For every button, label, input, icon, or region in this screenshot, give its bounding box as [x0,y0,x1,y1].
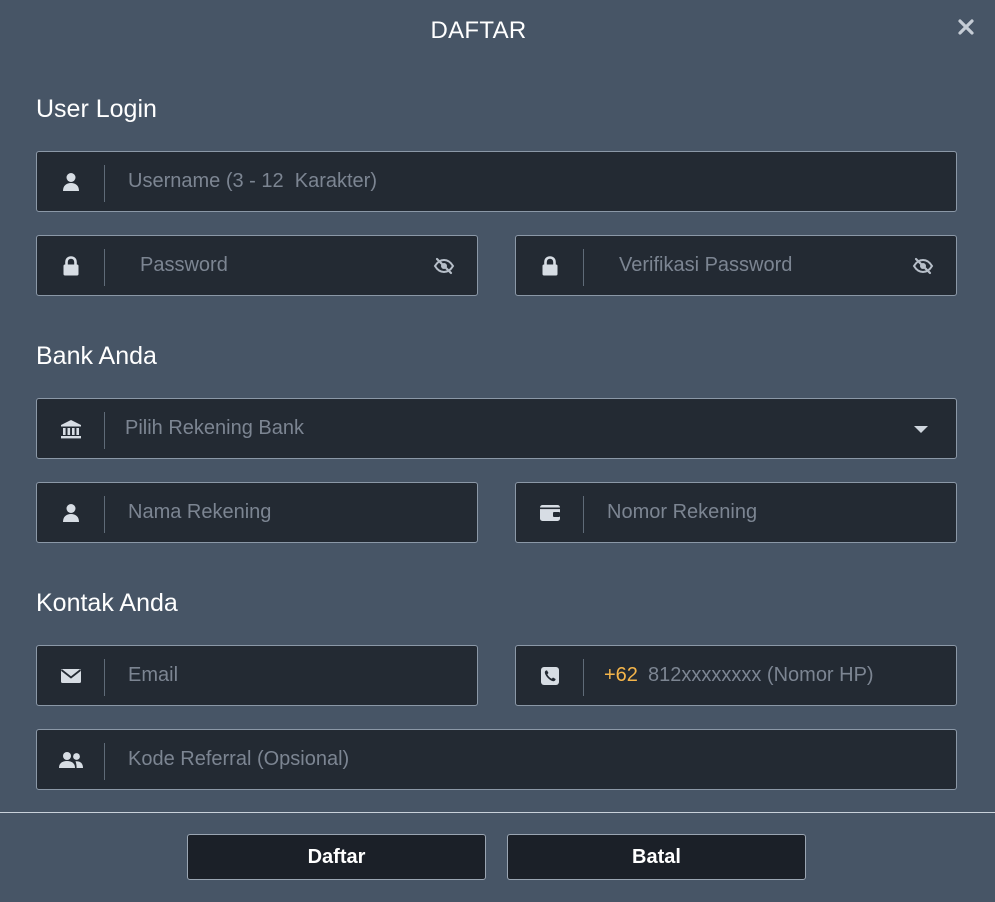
close-icon[interactable] [955,16,977,38]
envelope-icon [37,646,105,705]
phone-input[interactable] [648,646,938,705]
username-input[interactable] [128,152,928,211]
user-icon [37,483,105,542]
field-divider [583,659,584,696]
eye-slash-icon[interactable] [433,255,455,277]
footer-divider [0,812,995,813]
verify-password-field[interactable] [515,235,957,296]
field-divider [104,165,105,202]
field-divider [583,496,584,533]
email-input[interactable] [128,646,458,705]
referral-field[interactable] [36,729,957,790]
verify-password-input[interactable] [619,236,899,295]
section-title-bank: Bank Anda [36,342,157,370]
submit-button[interactable]: Daftar [187,834,486,880]
field-divider [104,659,105,696]
users-icon [37,730,105,789]
eye-slash-icon[interactable] [912,255,934,277]
phone-icon [516,646,584,705]
bank-select-value: Pilih Rekening Bank [125,417,304,439]
username-field[interactable] [36,151,957,212]
account-name-field[interactable] [36,482,478,543]
email-field[interactable] [36,645,478,706]
phone-prefix: +62 [604,664,638,686]
bank-icon [37,399,105,458]
referral-input[interactable] [128,730,928,789]
cancel-button[interactable]: Batal [507,834,806,880]
phone-field[interactable]: +62 [515,645,957,706]
field-divider [104,496,105,533]
section-title-user-login: User Login [36,95,157,123]
password-field[interactable] [36,235,478,296]
wallet-icon [516,483,584,542]
chevron-down-icon [914,426,928,433]
lock-icon [516,236,584,295]
lock-icon [37,236,105,295]
field-divider [583,249,584,286]
password-input[interactable] [140,236,420,295]
account-name-input[interactable] [128,483,458,542]
bank-select[interactable]: Pilih Rekening Bank [36,398,957,459]
account-number-input[interactable] [607,483,937,542]
field-divider [104,249,105,286]
field-divider [104,743,105,780]
account-number-field[interactable] [515,482,957,543]
section-title-contact: Kontak Anda [36,589,178,617]
user-icon [37,152,105,211]
field-divider [104,412,105,449]
modal-title: DAFTAR [430,17,527,44]
